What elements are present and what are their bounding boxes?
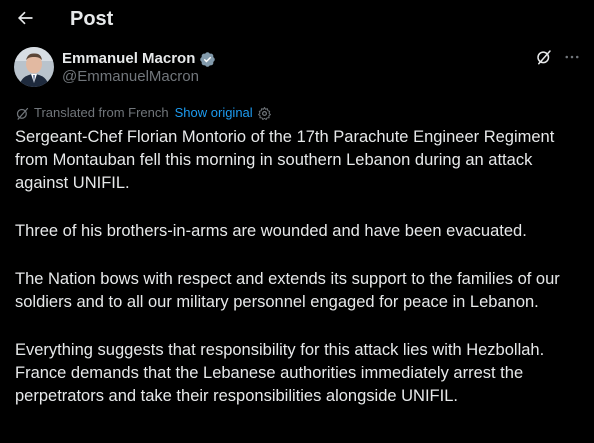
more-button[interactable] [561,46,583,68]
post-paragraph: Everything suggests that responsibility … [15,341,545,405]
show-original-link[interactable]: Show original [175,104,253,122]
grok-icon [537,50,551,65]
author-name[interactable]: Emmanuel Macron [62,49,216,69]
author-name-text: Emmanuel Macron [62,50,196,67]
avatar[interactable] [14,47,54,87]
page-title: Post [70,8,114,30]
post-paragraph: Sergeant-Chef Florian Montorio of the 17… [15,128,555,192]
gear-icon[interactable] [257,106,272,121]
post-paragraph: Three of his brothers-in-arms are wounde… [15,222,527,240]
arrow-left-icon [17,11,33,25]
translation-notice: Translated from French Show original [15,104,272,122]
translation-label: Translated from French [34,105,169,120]
top-bar: Post [0,0,594,38]
post-paragraph: The Nation bows with respect and extends… [15,270,560,311]
more-icon [565,55,579,59]
translate-icon [16,107,29,120]
post-text: Sergeant-Chef Florian Montorio of the 17… [15,126,585,433]
author-handle[interactable]: @EmmanuelMacron [62,67,199,87]
avatar-image [14,47,54,87]
verified-badge-icon [200,51,216,67]
back-button[interactable] [10,3,40,33]
grok-button[interactable] [533,46,555,68]
